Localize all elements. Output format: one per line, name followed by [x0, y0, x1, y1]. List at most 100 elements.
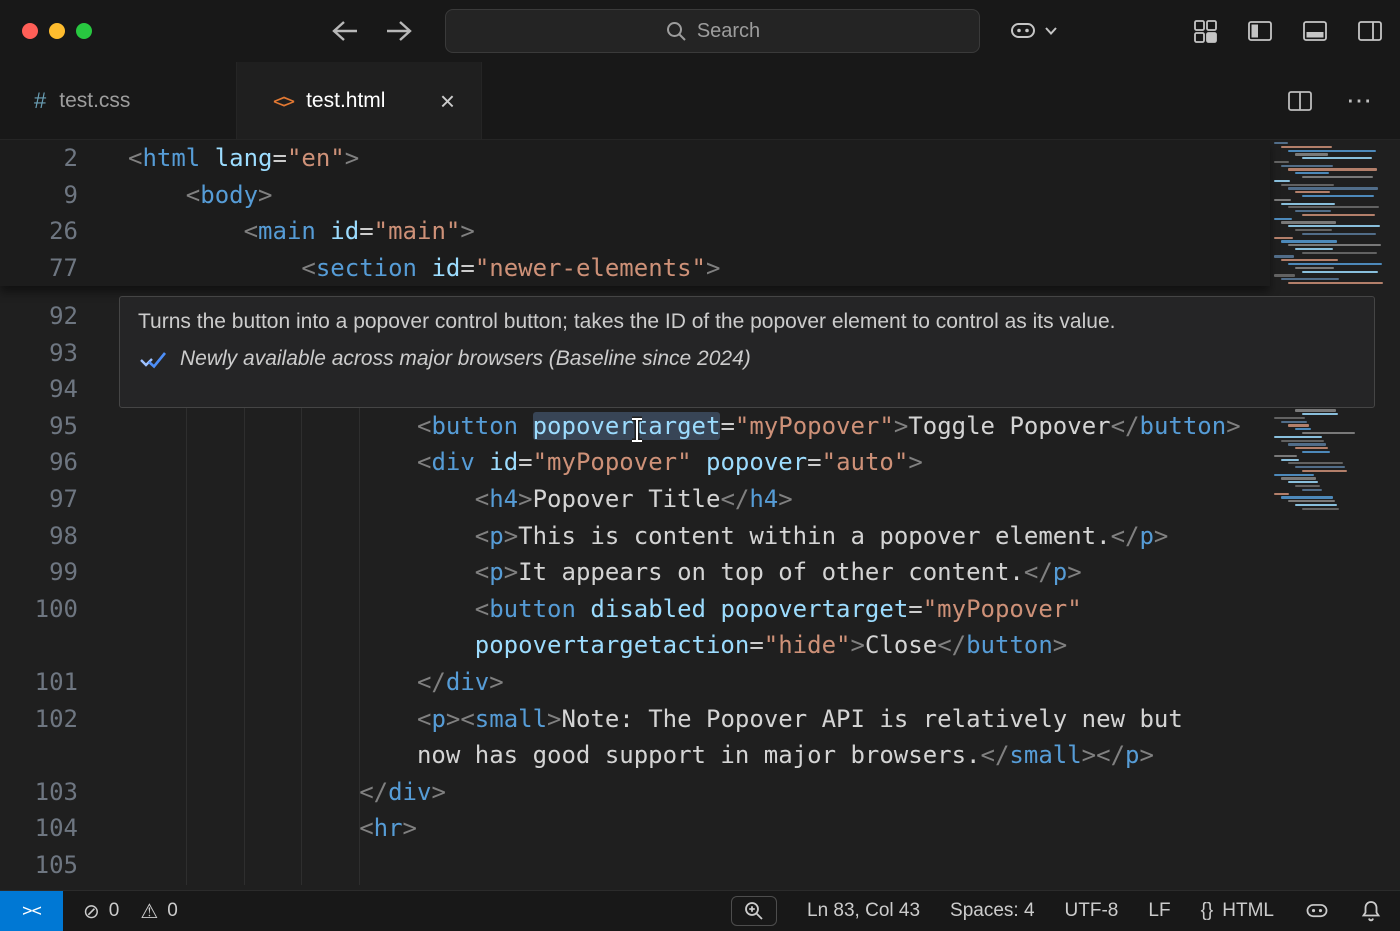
code-text: <p><small>Note: The Popover API is relat… [128, 701, 1183, 738]
problems-indicator[interactable]: ⊘ 0 ⚠ 0 [83, 899, 178, 924]
line-number[interactable]: 96 [0, 444, 78, 481]
minimap-line [1274, 436, 1322, 438]
line-number[interactable]: 93 [0, 335, 78, 372]
minimap-line [1281, 496, 1333, 498]
language-mode[interactable]: {} HTML [1201, 900, 1274, 922]
tab-test-html[interactable]: <> test.html × [237, 62, 482, 139]
line-number[interactable]: 102 [0, 701, 78, 738]
minimap-line [1274, 474, 1314, 476]
code-line-102[interactable]: 102 <p><small>Note: The Popover API is r… [0, 701, 1270, 738]
customize-layout-button[interactable] [1192, 18, 1219, 45]
status-bar: >< ⊘ 0 ⚠ 0 Ln 83, Col 43 Spaces: 4 UTF-8… [0, 890, 1400, 931]
minimap-line [1288, 500, 1335, 502]
sticky-scroll[interactable]: 2<html lang="en">9 <body>26 <main id="ma… [0, 140, 1270, 286]
code-line-96[interactable]: 96 <div id="myPopover" popover="auto"> [0, 444, 1270, 481]
code-text: </div> [128, 664, 504, 701]
tab-label: test.css [59, 89, 130, 113]
line-number[interactable]: 100 [0, 591, 78, 628]
minimap-line [1302, 470, 1347, 472]
panel-left-icon [1246, 18, 1274, 44]
toggle-primary-sidebar-button[interactable] [1246, 18, 1274, 44]
command-center-search[interactable]: Search [445, 9, 980, 53]
minimap-line [1302, 271, 1378, 273]
minimap-line [1274, 417, 1305, 419]
close-window-button[interactable] [22, 23, 38, 39]
code-line-77[interactable]: 77 <section id="newer-elements"> [0, 250, 1270, 287]
notifications-bell-icon[interactable] [1360, 899, 1382, 923]
forward-button[interactable] [384, 18, 414, 44]
code-line-100[interactable]: 100 <button disabled popovertarget="myPo… [0, 591, 1270, 628]
line-number[interactable]: 98 [0, 518, 78, 555]
remote-indicator[interactable]: >< [0, 891, 63, 931]
code-line-9[interactable]: 9 <body> [0, 177, 1270, 214]
minimap-line [1295, 428, 1311, 430]
minimap-line [1288, 424, 1309, 426]
indentation-indicator[interactable]: Spaces: 4 [950, 900, 1035, 922]
line-number[interactable]: 2 [0, 140, 78, 177]
zoom-window-button[interactable] [76, 23, 92, 39]
back-button[interactable] [330, 18, 360, 44]
baseline-icon [138, 348, 168, 370]
braces-icon: {} [1201, 900, 1214, 922]
line-number[interactable]: 104 [0, 810, 78, 847]
warning-icon: ⚠ [140, 899, 158, 924]
code-line-wrap[interactable]: popovertargetaction="hide">Close</button… [0, 627, 1270, 664]
editor-pane[interactable]: 92939495 <button popovertarget="myPopove… [0, 140, 1400, 890]
zoom-in-icon [743, 900, 765, 922]
minimap-line [1302, 157, 1372, 159]
line-number[interactable]: 105 [0, 847, 78, 884]
eol-indicator[interactable]: LF [1148, 900, 1170, 922]
encoding-indicator[interactable]: UTF-8 [1065, 900, 1119, 922]
code-line-105[interactable]: 105 [0, 847, 1270, 884]
code-text: <button disabled popovertarget="myPopove… [128, 591, 1082, 628]
line-number[interactable]: 97 [0, 481, 78, 518]
minimap-line [1302, 233, 1376, 235]
line-number[interactable]: 26 [0, 213, 78, 250]
more-actions-icon[interactable]: ⋯ [1346, 85, 1372, 116]
minimap-line [1302, 413, 1338, 415]
code-line-98[interactable]: 98 <p>This is content within a popover e… [0, 518, 1270, 555]
zoom-indicator[interactable] [731, 896, 777, 926]
minimap[interactable] [1270, 140, 1400, 890]
code-line-97[interactable]: 97 <h4>Popover Title</h4> [0, 481, 1270, 518]
line-number[interactable]: 95 [0, 408, 78, 445]
line-number[interactable]: 103 [0, 774, 78, 811]
minimap-line [1288, 443, 1326, 445]
code-line-101[interactable]: 101 </div> [0, 664, 1270, 701]
minimap-line [1288, 244, 1381, 246]
code-line-104[interactable]: 104 <hr> [0, 810, 1270, 847]
code-text: <button popovertarget="myPopover">Toggle… [128, 408, 1241, 445]
layout-grid-icon [1192, 18, 1219, 45]
editor-actions: ⋯ [1286, 62, 1400, 139]
split-editor-button[interactable] [1286, 88, 1314, 114]
tab-test-css[interactable]: # test.css [0, 62, 237, 139]
line-number[interactable]: 77 [0, 250, 78, 287]
copilot-status-icon[interactable] [1304, 898, 1330, 924]
close-tab-icon[interactable]: × [440, 88, 481, 114]
hover-description: Turns the button into a popover control … [138, 310, 1356, 334]
layout-controls [1192, 0, 1384, 62]
line-number[interactable]: 101 [0, 664, 78, 701]
line-number[interactable]: 9 [0, 177, 78, 214]
error-count: 0 [109, 900, 120, 922]
minimize-window-button[interactable] [49, 23, 65, 39]
toggle-secondary-sidebar-button[interactable] [1356, 18, 1384, 44]
warning-count: 0 [167, 900, 178, 922]
minimap-line [1288, 481, 1318, 483]
line-number[interactable]: 92 [0, 298, 78, 335]
code-line-26[interactable]: 26 <main id="main"> [0, 213, 1270, 250]
code-line-103[interactable]: 103 </div> [0, 774, 1270, 811]
code-text: </div> [128, 774, 446, 811]
code-line-99[interactable]: 99 <p>It appears on top of other content… [0, 554, 1270, 591]
css-file-icon: # [34, 88, 46, 114]
line-number[interactable]: 99 [0, 554, 78, 591]
search-icon [665, 20, 687, 42]
toggle-panel-button[interactable] [1301, 18, 1329, 44]
copilot-menu[interactable] [1008, 0, 1059, 62]
minimap-line [1295, 504, 1337, 506]
minimap-line [1288, 150, 1376, 152]
line-number[interactable]: 94 [0, 371, 78, 408]
cursor-position[interactable]: Ln 83, Col 43 [807, 900, 920, 922]
code-line-wrap[interactable]: now has good support in major browsers.<… [0, 737, 1270, 774]
code-line-2[interactable]: 2<html lang="en"> [0, 140, 1270, 177]
